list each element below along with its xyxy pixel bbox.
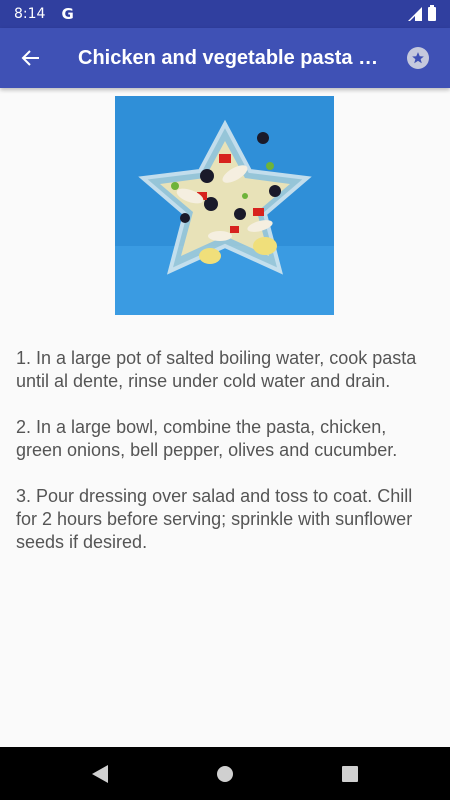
status-bar: 8:14 G	[0, 0, 450, 28]
step-1: 1. In a large pot of salted boiling wate…	[16, 348, 417, 391]
back-button[interactable]	[0, 28, 62, 88]
arrow-left-icon	[21, 50, 39, 66]
navigation-bar	[0, 747, 450, 800]
star-icon	[412, 52, 424, 64]
nav-recents-button[interactable]	[288, 747, 413, 800]
favorite-button[interactable]	[386, 28, 450, 88]
circle-home-icon	[217, 765, 233, 782]
battery-icon	[428, 5, 436, 21]
favorite-circle	[407, 47, 429, 69]
nav-home-button[interactable]	[163, 747, 288, 800]
step-3: 3. Pour dressing over salad and toss to …	[16, 486, 413, 552]
status-icons	[408, 5, 436, 21]
nav-back-button[interactable]	[38, 747, 163, 800]
signal-icon	[408, 7, 422, 21]
step-2: 2. In a large bowl, combine the pasta, c…	[16, 417, 398, 460]
page-title: Chicken and vegetable pasta salad	[78, 46, 382, 69]
status-time: 8:14	[14, 6, 46, 22]
square-recents-icon	[342, 765, 358, 782]
google-icon: G	[61, 5, 74, 23]
triangle-back-icon	[92, 764, 108, 783]
app-bar: Chicken and vegetable pasta salad	[0, 28, 450, 88]
recipe-image	[115, 96, 334, 315]
recipe-instructions: 1. In a large pot of salted boiling wate…	[16, 347, 436, 577]
pasta-salad-photo	[115, 96, 334, 315]
